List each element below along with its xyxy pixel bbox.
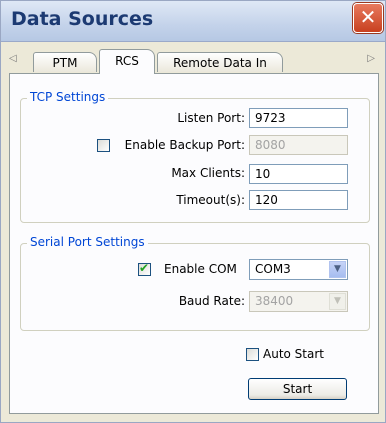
data-sources-window: Data Sources ✕ ◁ PTM RCS Remote Data In …	[0, 0, 386, 423]
window-title: Data Sources	[11, 8, 154, 30]
auto-start-label: Auto Start	[263, 347, 324, 361]
serial-port-settings-title: Serial Port Settings	[27, 235, 148, 249]
tab-scroll-right-icon[interactable]: ▷	[367, 53, 375, 64]
timeout-input[interactable]: 120	[249, 190, 348, 210]
tab-rcs[interactable]: RCS	[99, 49, 155, 74]
max-clients-input[interactable]: 10	[249, 164, 348, 184]
tab-remote-data-in[interactable]: Remote Data In	[157, 52, 283, 72]
com-port-value: COM3	[255, 262, 291, 276]
enable-backup-port-label: Enable Backup Port:	[124, 138, 245, 152]
auto-start-checkbox[interactable]	[246, 348, 259, 361]
baud-rate-value: 38400	[255, 294, 294, 308]
tcp-settings-group: TCP Settings Listen Port: 9723 Enable Ba…	[20, 90, 370, 223]
com-port-select[interactable]: COM3 ▼	[249, 259, 348, 280]
backup-port-input[interactable]: 8080	[249, 135, 348, 155]
close-button[interactable]: ✕	[353, 3, 383, 33]
tab-strip: ◁ PTM RCS Remote Data In ▷	[5, 43, 383, 74]
serial-port-settings-group: Serial Port Settings Enable COM COM3 ▼ B…	[20, 235, 370, 331]
timeout-label: Timeout(s):	[176, 193, 245, 207]
chevron-down-icon[interactable]: ▼	[329, 261, 346, 278]
enable-backup-port-checkbox[interactable]	[97, 139, 110, 152]
enable-com-checkbox[interactable]	[138, 261, 151, 276]
max-clients-label: Max Clients:	[171, 166, 245, 180]
listen-port-label: Listen Port:	[177, 111, 245, 125]
tab-ptm[interactable]: PTM	[33, 52, 97, 72]
baud-rate-label: Baud Rate:	[178, 294, 245, 308]
rcs-tab-panel: TCP Settings Listen Port: 9723 Enable Ba…	[9, 73, 379, 414]
start-button[interactable]: Start	[248, 378, 347, 400]
listen-port-input[interactable]: 9723	[249, 108, 348, 128]
tab-scroll-left-icon[interactable]: ◁	[9, 53, 17, 64]
tcp-settings-title: TCP Settings	[27, 90, 109, 104]
baud-rate-select[interactable]: 38400 ▼	[249, 291, 348, 312]
title-bar[interactable]: Data Sources ✕	[1, 1, 385, 42]
enable-com-label: Enable COM	[164, 262, 237, 276]
chevron-down-icon: ▼	[329, 293, 346, 310]
close-icon: ✕	[359, 5, 377, 29]
